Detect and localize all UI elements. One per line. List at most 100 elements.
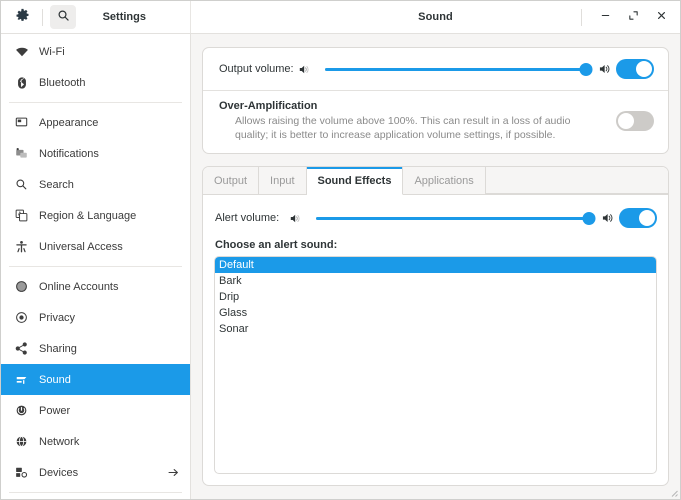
choose-alert-sound-label: Choose an alert sound: <box>215 239 338 252</box>
tab-label: Applications <box>414 174 474 187</box>
alert-volume-row: Alert volume: <box>214 204 657 232</box>
volume-low-icon <box>289 212 302 225</box>
output-volume-label: Output volume: <box>219 63 294 75</box>
appearance-icon <box>13 115 30 131</box>
sidebar-label: Online Accounts <box>39 280 119 293</box>
sidebar-item-online-accounts[interactable]: Online Accounts <box>1 271 190 302</box>
volume-high-icon <box>598 62 612 76</box>
privacy-icon <box>13 310 30 326</box>
list-item[interactable]: Bark <box>215 273 656 289</box>
sidebar-label: Power <box>39 404 71 417</box>
sidebar-item-power[interactable]: Power <box>1 395 190 426</box>
list-item-label: Drip <box>219 291 240 304</box>
close-button[interactable] <box>648 5 674 29</box>
tab-label: Sound Effects <box>317 174 392 187</box>
sidebar-label: Devices <box>39 466 79 479</box>
alert-volume-label: Alert volume: <box>215 212 280 225</box>
sidebar-item-search[interactable]: Search <box>1 169 190 200</box>
sidebar-label: Region & Language <box>39 209 137 222</box>
header-sidebar-section: Settings <box>1 1 191 33</box>
sidebar-separator <box>9 266 182 267</box>
sidebar-item-appearance[interactable]: Appearance <box>1 107 190 138</box>
sidebar-item-devices[interactable]: Devices <box>1 457 190 488</box>
settings-sidebar: Wi-Fi Bluetooth Appearance Notifications… <box>1 34 191 499</box>
volume-low-icon <box>298 63 311 76</box>
sidebar-item-wifi[interactable]: Wi-Fi <box>1 36 190 67</box>
list-item[interactable]: Glass <box>215 305 656 321</box>
minimize-icon <box>600 10 611 24</box>
sidebar-label: Network <box>39 435 80 448</box>
list-item-label: Bark <box>219 275 242 288</box>
sound-notebook: Output Input Sound Effects Applications <box>202 166 669 486</box>
online-accounts-icon <box>13 279 30 295</box>
slider-fill <box>316 216 589 220</box>
network-icon <box>13 434 30 450</box>
volume-card: Output volume: Over-Amplification Allows… <box>202 47 669 155</box>
sidebar-label: Bluetooth <box>39 76 86 89</box>
sidebar-item-network[interactable]: Network <box>1 426 190 457</box>
sidebar-item-bluetooth[interactable]: Bluetooth <box>1 67 190 98</box>
toggle-knob <box>618 113 634 130</box>
wifi-icon <box>13 44 30 60</box>
sidebar-item-sharing[interactable]: Sharing <box>1 333 190 364</box>
sidebar-item-notifications[interactable]: Notifications <box>1 138 190 169</box>
sidebar-label: Sound <box>39 373 71 386</box>
over-amplification-row: Over-Amplification Allows raising the vo… <box>203 91 668 153</box>
list-item[interactable]: Drip <box>215 289 656 305</box>
alert-sound-list[interactable]: Default Bark Drip Glass Sonar <box>214 256 657 474</box>
output-volume-slider[interactable] <box>324 60 593 78</box>
chevron-right-icon <box>167 466 180 479</box>
tab-input[interactable]: Input <box>259 167 307 195</box>
over-amplification-description: Allows raising the volume above 100%. Th… <box>235 115 571 142</box>
devices-icon <box>13 465 30 481</box>
list-item[interactable]: Sonar <box>215 321 656 337</box>
maximize-icon <box>628 10 639 24</box>
slider-knob[interactable] <box>582 211 596 225</box>
slider-fill <box>324 67 586 71</box>
output-volume-row: Output volume: <box>203 48 668 90</box>
search-icon <box>57 9 70 25</box>
over-amplification-toggle[interactable] <box>616 111 654 132</box>
over-amplification-title: Over-Amplification <box>219 100 318 112</box>
output-volume-toggle[interactable] <box>616 59 654 79</box>
sidebar-item-universal-access[interactable]: Universal Access <box>1 231 190 262</box>
alert-volume-toggle[interactable] <box>619 208 657 229</box>
sidebar-label: Sharing <box>39 342 77 355</box>
slider-knob[interactable] <box>579 62 593 76</box>
universal-access-icon <box>13 239 30 255</box>
power-icon <box>13 403 30 419</box>
sidebar-label: Notifications <box>39 147 99 160</box>
settings-gear-button[interactable] <box>9 5 35 29</box>
sidebar-label: Universal Access <box>39 240 123 253</box>
sound-icon <box>13 372 30 388</box>
region-language-icon: A <box>13 208 30 224</box>
search-icon <box>13 177 30 193</box>
sidebar-item-privacy[interactable]: Privacy <box>1 302 190 333</box>
list-item-label: Default <box>219 259 254 272</box>
tab-output[interactable]: Output <box>203 167 260 195</box>
sidebar-label: Search <box>39 178 74 191</box>
sidebar-item-region-language[interactable]: A Region & Language <box>1 200 190 231</box>
list-item-label: Glass <box>219 307 248 320</box>
window-controls <box>581 5 674 29</box>
minimize-button[interactable] <box>592 5 618 29</box>
tab-bar: Output Input Sound Effects Applications <box>203 167 668 196</box>
sharing-icon <box>13 341 30 357</box>
maximize-button[interactable] <box>620 5 646 29</box>
tab-filler <box>485 167 668 195</box>
tab-applications[interactable]: Applications <box>403 167 486 195</box>
search-button[interactable] <box>50 5 76 29</box>
notifications-icon <box>13 146 30 162</box>
sidebar-separator <box>9 492 182 493</box>
toggle-knob <box>636 61 652 77</box>
list-item[interactable]: Default <box>215 257 656 274</box>
tab-sound-effects[interactable]: Sound Effects <box>306 167 404 196</box>
alert-volume-slider[interactable] <box>316 209 596 227</box>
window-controls-separator <box>581 8 582 26</box>
volume-high-icon <box>601 211 615 225</box>
sidebar-item-sound[interactable]: Sound <box>1 364 190 395</box>
sound-panel: Output volume: Over-Amplification Allows… <box>191 34 680 499</box>
list-item-label: Sonar <box>219 323 249 336</box>
sidebar-item-details[interactable]: Details <box>1 497 190 499</box>
tab-label: Input <box>270 174 295 187</box>
